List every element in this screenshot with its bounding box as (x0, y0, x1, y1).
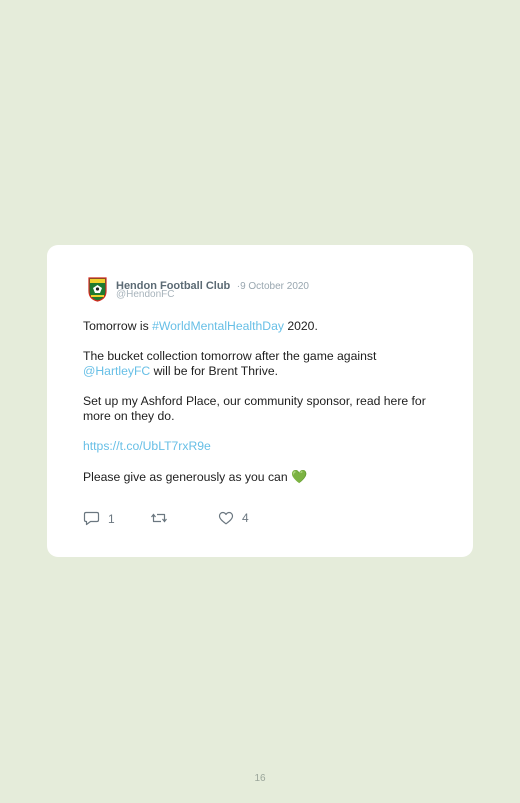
p2-text-before: The bucket collection tomorrow after the… (83, 349, 377, 363)
tweet-paragraph-4: https://t.co/UbLT7rxR9e (83, 439, 433, 454)
hashtag-link[interactable]: #WorldMentalHealthDay (152, 319, 284, 333)
retweet-icon (151, 513, 167, 523)
p5-text: Please give as generously as you can (83, 470, 288, 484)
speech-bubble-icon (83, 511, 100, 526)
like-button[interactable]: 4 (218, 511, 249, 525)
retweet-button[interactable] (150, 511, 176, 525)
p1-text-before: Tomorrow is (83, 319, 153, 333)
like-count: 4 (242, 511, 249, 525)
green-heart-icon: 💚 (291, 469, 308, 484)
tweet-paragraph-2: The bucket collection tomorrow after the… (83, 349, 433, 379)
tweet-date[interactable]: ·9 October 2020 (237, 281, 309, 292)
p1-text-after: 2020. (283, 319, 318, 333)
p2-text-after: will be for Brent Thrive. (150, 364, 279, 378)
tweet-paragraph-3: Set up my Ashford Place, our community s… (83, 394, 426, 423)
tweet-paragraph-5: Please give as generously as you can 💚 (83, 469, 433, 485)
tweet-paragraph-1: Tomorrow is #WorldMentalHealthDay 2020. (83, 319, 433, 334)
date-text: 9 October 2020 (240, 281, 309, 292)
url-link[interactable]: https://t.co/UbLT7rxR9e (83, 439, 211, 453)
reply-count: 1 (108, 511, 115, 526)
author-handle[interactable]: @HendonFC (116, 289, 175, 300)
tweet-body: Tomorrow is #WorldMentalHealthDay 2020. … (83, 319, 433, 500)
heart-icon (218, 511, 234, 525)
reply-button[interactable]: 1 (83, 511, 115, 526)
club-crest-avatar[interactable] (88, 276, 107, 302)
page-number: 16 (254, 773, 266, 784)
mention-link[interactable]: @HartleyFC (83, 364, 150, 378)
tweet-card: Hendon Football Club ·9 October 2020 @He… (47, 245, 473, 557)
